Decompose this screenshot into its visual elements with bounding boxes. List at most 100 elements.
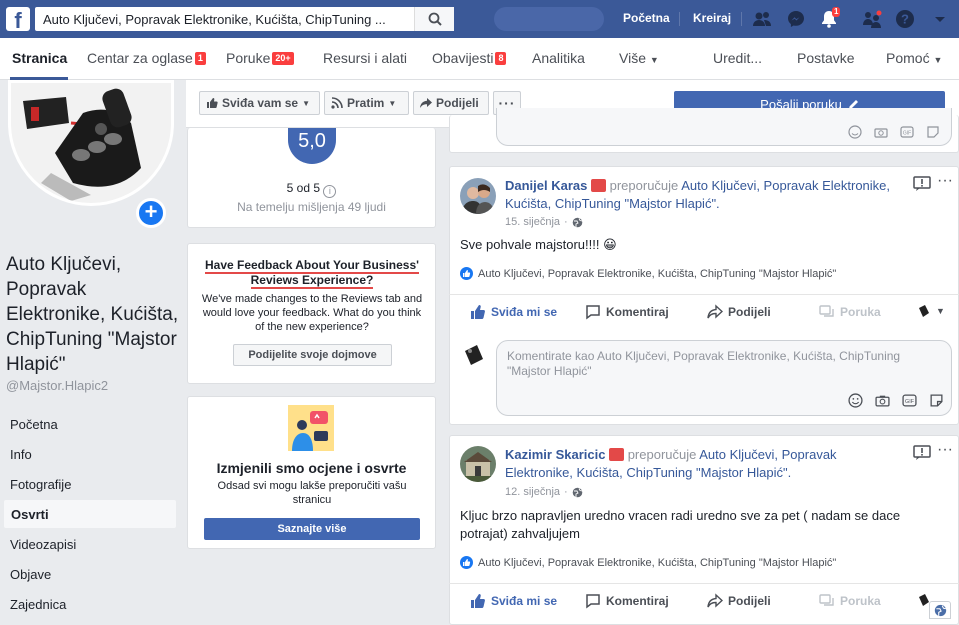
account-menu-icon[interactable] [930, 9, 950, 29]
tab-ad-center[interactable]: Centar za oglase 1 [87, 50, 206, 66]
friend-requests-icon[interactable] [752, 9, 772, 29]
tab-messages[interactable]: Poruke 20+ [226, 50, 294, 66]
language-globe-button[interactable] [929, 601, 951, 619]
tab-notifications[interactable]: Obavijesti 8 [432, 50, 507, 66]
comment-button[interactable]: Komentiraj [585, 593, 669, 609]
author-name[interactable]: Danijel Karas [505, 178, 587, 193]
search-input[interactable]: Auto Ključevi, Popravak Elektronike, Kuć… [43, 12, 413, 27]
globe-icon [572, 217, 583, 227]
sidebar-item-photos[interactable]: Fotografije [0, 470, 176, 498]
add-photo-button[interactable]: + [136, 198, 166, 228]
avatar[interactable] [460, 446, 496, 482]
camera-icon[interactable] [874, 125, 888, 139]
recommendation-icon [609, 448, 625, 461]
divider [679, 12, 680, 26]
share-button[interactable]: Podijeli [707, 304, 771, 320]
tab-label: Obavijesti [432, 50, 494, 66]
post-date[interactable]: 12. siječnja [505, 486, 560, 498]
profile-picture[interactable] [8, 80, 174, 206]
sidebar-item-info[interactable]: Info [0, 440, 176, 468]
feedback-title-text: Have Feedback About Your Business' Revie… [204, 258, 420, 289]
tab-edit[interactable]: Uredit... [713, 50, 762, 66]
like-label: Sviđa mi se [491, 305, 558, 319]
recommendation-icon [591, 179, 606, 192]
gif-icon[interactable]: GIF [902, 393, 917, 408]
rating-out-of-label: 5 od 5 [286, 181, 321, 195]
facebook-logo-icon[interactable]: f [6, 7, 30, 31]
thumbs-up-icon [207, 98, 218, 108]
learn-more-button[interactable]: Saznajte više [204, 518, 420, 540]
report-icon[interactable] [913, 176, 931, 192]
reviews-changed-title: Izmjenili smo ocjene i osvrte [216, 460, 407, 476]
search-button[interactable] [414, 7, 454, 31]
sidebar-item-posts[interactable]: Objave [0, 560, 176, 588]
comment-label: Komentiraj [606, 305, 669, 319]
share-page-label: Podijeli [436, 96, 479, 110]
follow-button[interactable]: Pratim ▼ [324, 91, 409, 115]
like-button[interactable]: Sviđa mi se [470, 304, 557, 320]
tab-label: Centar za oglase [87, 50, 193, 66]
share-page-button[interactable]: Podijeli [413, 91, 489, 115]
tab-settings[interactable]: Postavke [797, 50, 855, 66]
chevron-down-icon: ▼ [933, 55, 943, 65]
tab-insights[interactable]: Analitika [532, 50, 585, 66]
svg-text:?: ? [901, 12, 909, 27]
profile-button[interactable] [494, 7, 604, 31]
gif-icon[interactable]: GIF [900, 125, 914, 139]
messenger-icon[interactable] [786, 9, 806, 29]
avatar[interactable] [460, 178, 496, 214]
sticker-icon[interactable] [926, 125, 940, 139]
quick-help-icon[interactable] [862, 9, 882, 29]
divider [741, 12, 742, 26]
post-text: Kljuc brzo napravljen uredno vracen radi… [460, 508, 901, 541]
share-arrow-icon [707, 593, 723, 608]
comment-button[interactable]: Komentiraj [585, 304, 669, 320]
post-options-icon[interactable]: ··· [937, 442, 953, 458]
tagged-page-name[interactable]: Auto Ključevi, Popravak Elektronike, Kuć… [478, 557, 836, 569]
post-header: Kazimir Skaricic preporučuje Auto Ključe… [505, 446, 905, 482]
tab-resources[interactable]: Resursi i alati [323, 50, 407, 66]
emoji-icon[interactable] [848, 393, 863, 408]
comment-icon [586, 594, 600, 609]
rss-icon [331, 97, 343, 109]
post-meta: 12. siječnja · [505, 486, 583, 498]
share-feedback-button[interactable]: Podijelite svoje dojmove [233, 344, 392, 366]
search-icon [428, 12, 442, 26]
report-icon[interactable] [913, 445, 931, 461]
home-link[interactable]: Početna [623, 11, 670, 25]
tagged-page-name[interactable]: Auto Ključevi, Popravak Elektronike, Kuć… [478, 268, 836, 280]
tab-more[interactable]: Više ▼ [619, 50, 659, 66]
message-button[interactable]: Poruka [819, 304, 881, 320]
post-as-selector[interactable]: ▼ [917, 304, 945, 318]
post-options-icon[interactable]: ··· [937, 173, 953, 189]
camera-icon[interactable] [875, 393, 890, 408]
emoji-icon[interactable] [848, 125, 862, 139]
rating-out-of: 5 od 5 i [187, 181, 436, 198]
sidebar-item-videos[interactable]: Videozapisi [0, 530, 176, 558]
comment-tools: GIF [848, 125, 940, 139]
comment-placeholder: Komentirate kao Auto Ključevi, Popravak … [507, 349, 901, 378]
sidebar-item-community[interactable]: Zajednica [0, 590, 176, 618]
info-icon[interactable]: i [323, 185, 337, 198]
tab-label: Više [619, 50, 646, 66]
tab-page[interactable]: Stranica [12, 50, 67, 66]
like-page-button[interactable]: Sviđa vam se ▼ [199, 91, 320, 115]
feedback-title: Have Feedback About Your Business' Revie… [200, 258, 424, 289]
share-button[interactable]: Podijeli [707, 593, 771, 609]
message-label: Poruka [840, 305, 881, 319]
page-username[interactable]: @Majstor.Hlapic2 [6, 378, 108, 393]
comment-label: Komentiraj [606, 594, 669, 608]
sidebar-item-home[interactable]: Početna [0, 410, 176, 438]
help-icon[interactable]: ? [895, 9, 915, 29]
create-link[interactable]: Kreiraj [693, 11, 731, 25]
message-button[interactable]: Poruka [819, 593, 881, 609]
message-icon [819, 305, 834, 317]
sidebar-item-reviews[interactable]: Osvrti [4, 500, 176, 528]
chevron-down-icon: ▼ [649, 55, 659, 65]
tab-help[interactable]: Pomoć ▼ [886, 50, 942, 66]
sticker-icon[interactable] [929, 393, 944, 408]
post-date[interactable]: 15. siječnja [505, 216, 560, 228]
search-box[interactable]: Auto Ključevi, Popravak Elektronike, Kuć… [35, 7, 454, 31]
like-button[interactable]: Sviđa mi se [470, 593, 557, 609]
author-name[interactable]: Kazimir Skaricic [505, 447, 605, 462]
